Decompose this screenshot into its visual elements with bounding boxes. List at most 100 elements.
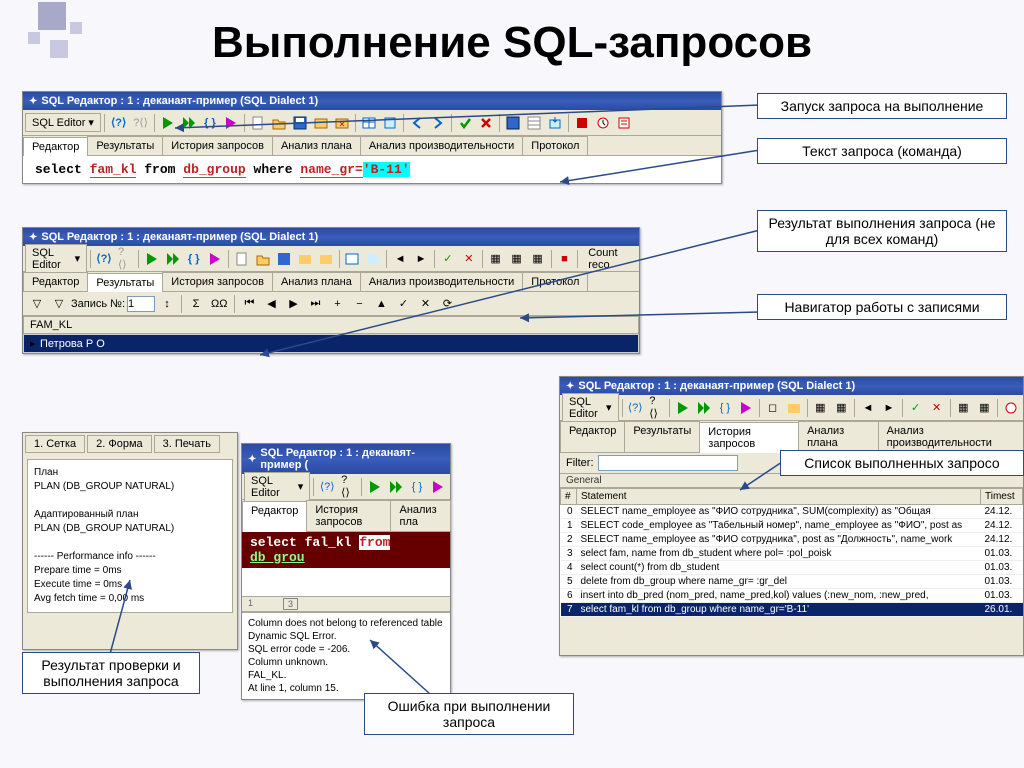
run-all-icon[interactable] [694,398,714,418]
tab-plan[interactable]: Анализ пла [390,500,451,531]
next-icon[interactable] [428,113,448,133]
tab-history[interactable]: История запросов [162,136,273,155]
history-row[interactable]: 1SELECT code_employee as "Табельный номе… [561,519,1023,533]
run-icon[interactable] [673,398,693,418]
folder-icon[interactable] [784,398,804,418]
last-icon[interactable]: ⏭ [305,294,325,314]
history-row[interactable]: 0SELECT name_employee as "ФИО сотрудника… [561,505,1023,519]
filter2-icon[interactable]: ▽ [49,294,69,314]
query-icon[interactable]: ▦ [831,398,851,418]
tab-results[interactable]: Результаты [87,136,163,155]
table-icon[interactable] [342,249,362,269]
run-icon[interactable] [365,477,385,497]
braces-icon[interactable]: { } [200,113,220,133]
history-row[interactable]: 4select count(*) from db_student01.03. [561,561,1023,575]
history-row[interactable]: 7select fam_kl from db_group where name_… [561,603,1023,617]
export-icon[interactable]: ▦ [528,249,548,269]
run-icon[interactable] [158,113,178,133]
grid-icon[interactable]: ▦ [486,249,506,269]
add-icon[interactable]: + [327,294,347,314]
tab-editor[interactable]: Редактор [560,421,625,452]
save-icon[interactable] [290,113,310,133]
help2-icon[interactable]: ?⟨⟩ [115,249,135,269]
new-icon[interactable]: ◻ [763,398,783,418]
del-icon[interactable]: − [349,294,369,314]
tab-results[interactable]: Результаты [87,273,163,292]
refresh-icon[interactable]: ⟳ [437,294,457,314]
filter1-icon[interactable]: ▽ [27,294,47,314]
help-icon[interactable]: ⟨?⟩ [625,398,645,418]
tab-print[interactable]: 3. Печать [154,435,220,453]
open-icon[interactable] [269,113,289,133]
run-param-icon[interactable] [205,249,225,269]
tab-history[interactable]: История запросов [306,500,391,531]
commit-icon[interactable]: ✓ [906,398,926,418]
col-timestamp[interactable]: Timest [981,489,1023,505]
help-icon[interactable]: ⟨?⟩ [108,113,129,133]
clock-icon[interactable] [1001,398,1021,418]
grid2-icon[interactable]: ▦ [507,249,527,269]
cancel-icon[interactable]: ✕ [415,294,435,314]
record-input[interactable] [127,296,155,312]
tab-perf[interactable]: Анализ производительности [360,136,523,155]
sql-text[interactable]: select fam_kl from db_group where name_g… [23,156,721,183]
history-row[interactable]: 3select fam, name from db_student where … [561,547,1023,561]
run-param-icon[interactable] [428,477,448,497]
query-icon[interactable] [380,113,400,133]
clock-icon[interactable] [593,113,613,133]
grid-icon[interactable] [524,113,544,133]
rollback-icon[interactable] [476,113,496,133]
run-icon[interactable] [142,249,162,269]
table-icon[interactable]: ▦ [810,398,830,418]
folder-x-icon[interactable]: ✕ [332,113,352,133]
sql-editor-dropdown[interactable]: SQL Editor ▾ [25,244,87,274]
edit-icon[interactable]: ▲ [371,294,391,314]
next-rec-icon[interactable]: ▶ [283,294,303,314]
run-param-icon[interactable] [221,113,241,133]
new-icon[interactable] [248,113,268,133]
folder-x-icon[interactable] [316,249,336,269]
tab-results[interactable]: Результаты [624,421,700,452]
prev-icon[interactable]: ◄ [858,398,878,418]
tab-plan[interactable]: Анализ плана [272,272,361,291]
commit-icon[interactable]: ✓ [438,249,458,269]
prev-icon[interactable] [407,113,427,133]
col-num[interactable]: # [561,489,577,505]
table-icon[interactable] [359,113,379,133]
result-row[interactable]: ▸Петрова Р О [23,334,639,353]
help-icon[interactable]: ⟨?⟩ [317,477,337,497]
stop-icon[interactable] [572,113,592,133]
grid-blue-icon[interactable] [503,113,523,133]
braces-icon[interactable]: { } [184,249,204,269]
open-icon[interactable] [253,249,273,269]
query-icon[interactable] [363,249,383,269]
count-button[interactable]: Count reco [581,249,637,269]
help2-icon[interactable]: ?⟨⟩ [338,477,358,497]
braces-icon[interactable]: { } [407,477,427,497]
commit-icon[interactable] [455,113,475,133]
folder-icon[interactable] [295,249,315,269]
rollback-icon[interactable]: ✕ [459,249,479,269]
tab-editor[interactable]: Редактор [242,501,307,532]
sql-text-error[interactable]: select fal_kl from db_grou [242,532,450,568]
tab-protocol[interactable]: Протокол [522,136,588,155]
save-icon[interactable] [274,249,294,269]
next-icon[interactable]: ► [879,398,899,418]
sort-icon[interactable]: ↕ [157,294,177,314]
grid-icon[interactable]: ▦ [953,398,973,418]
first-icon[interactable]: ⏮ [239,294,259,314]
tab-editor[interactable]: Редактор [23,137,88,156]
sql-editor-dropdown[interactable]: SQL Editor ▾ [244,472,310,502]
grid2-icon[interactable]: ▦ [974,398,994,418]
help-icon[interactable]: ⟨?⟩ [94,249,114,269]
run-all-icon[interactable] [179,113,199,133]
sql-editor-dropdown[interactable]: SQL Editor ▾ [25,113,101,132]
history-row[interactable]: 2SELECT name_employee as "ФИО сотрудника… [561,533,1023,547]
history-row[interactable]: 5delete from db_group where name_gr= :gr… [561,575,1023,589]
sigma-icon[interactable]: Σ [186,294,206,314]
tab-protocol[interactable]: Протокол [522,272,588,291]
history-row[interactable]: 6insert into db_pred (nom_pred, name_pre… [561,589,1023,603]
tab-form[interactable]: 2. Форма [87,435,152,453]
help2-icon[interactable]: ?⟨⟩ [646,398,666,418]
help2-icon[interactable]: ?⟨⟩ [130,113,151,133]
